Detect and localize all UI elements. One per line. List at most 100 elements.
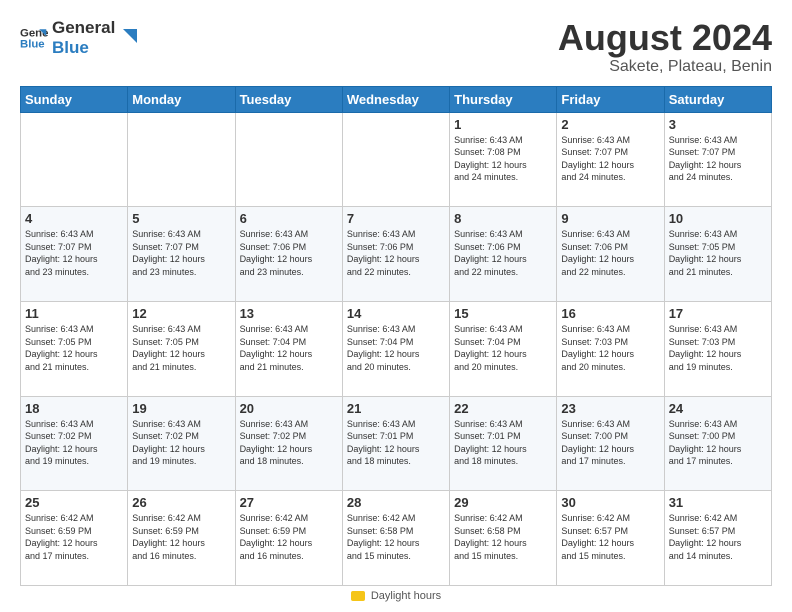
day-number: 25 bbox=[25, 495, 123, 510]
day-info: Sunrise: 6:43 AM Sunset: 7:05 PM Dayligh… bbox=[25, 323, 123, 373]
day-info: Sunrise: 6:43 AM Sunset: 7:08 PM Dayligh… bbox=[454, 134, 552, 184]
day-info: Sunrise: 6:43 AM Sunset: 7:07 PM Dayligh… bbox=[25, 228, 123, 278]
calendar-cell: 8Sunrise: 6:43 AM Sunset: 7:06 PM Daylig… bbox=[450, 207, 557, 302]
calendar-cell: 22 Sunrise: 6:43 AM Sunset: 7:01 PM Dayli… bbox=[450, 396, 557, 491]
title-block: August 2024 Sakete, Plateau, Benin bbox=[558, 18, 772, 76]
calendar-cell: 3 Sunrise: 6:43 AM Sunset: 7:07 PM Daylig… bbox=[664, 112, 771, 207]
day-info: Sunrise: 6:42 AM Sunset: 6:59 PM Dayligh… bbox=[25, 512, 123, 562]
day-info: Sunrise: 6:43 AM Sunset: 7:04 PM Dayligh… bbox=[454, 323, 552, 373]
day-info: Sunrise: 6:43 AM Sunset: 7:06 PM Dayligh… bbox=[561, 228, 659, 278]
calendar-cell: 10 Sunrise: 6:43 AM Sunset: 7:05 PM Dayli… bbox=[664, 207, 771, 302]
calendar-cell: 9 Sunrise: 6:43 AM Sunset: 7:06 PM Daylig… bbox=[557, 207, 664, 302]
weekday-header-sunday: Sunday bbox=[21, 86, 128, 112]
day-info: Sunrise: 6:42 AM Sunset: 6:58 PM Dayligh… bbox=[454, 512, 552, 562]
daylight-bar-icon bbox=[351, 591, 365, 601]
day-number: 6 bbox=[240, 211, 338, 226]
day-number: 15 bbox=[454, 306, 552, 321]
logo-line1: General bbox=[52, 18, 115, 38]
day-info: Sunrise: 6:43 AM Sunset: 7:06 PM Dayligh… bbox=[347, 228, 445, 278]
day-number: 23 bbox=[561, 401, 659, 416]
day-number: 1 bbox=[454, 117, 552, 132]
day-info: Sunrise: 6:42 AM Sunset: 6:59 PM Dayligh… bbox=[240, 512, 338, 562]
day-number: 13 bbox=[240, 306, 338, 321]
day-info: Sunrise: 6:43 AM Sunset: 7:01 PM Dayligh… bbox=[347, 418, 445, 468]
page: General Blue General Blue August 2024 Sa… bbox=[0, 0, 792, 612]
day-info: Sunrise: 6:43 AM Sunset: 7:00 PM Dayligh… bbox=[561, 418, 659, 468]
svg-text:Blue: Blue bbox=[20, 38, 45, 50]
calendar-cell: 2 Sunrise: 6:43 AM Sunset: 7:07 PM Daylig… bbox=[557, 112, 664, 207]
logo-line2: Blue bbox=[52, 38, 115, 58]
calendar-cell: 15 Sunrise: 6:43 AM Sunset: 7:04 PM Dayli… bbox=[450, 301, 557, 396]
calendar-cell: 17Sunrise: 6:43 AM Sunset: 7:03 PM Dayli… bbox=[664, 301, 771, 396]
calendar-week-row: 25 Sunrise: 6:42 AM Sunset: 6:59 PM Dayli… bbox=[21, 491, 772, 586]
day-number: 18 bbox=[25, 401, 123, 416]
logo: General Blue General Blue bbox=[20, 18, 137, 57]
calendar-week-row: 18 Sunrise: 6:43 AM Sunset: 7:02 PM Dayli… bbox=[21, 396, 772, 491]
calendar-week-row: 4 Sunrise: 6:43 AM Sunset: 7:07 PM Daylig… bbox=[21, 207, 772, 302]
day-info: Sunrise: 6:42 AM Sunset: 6:58 PM Dayligh… bbox=[347, 512, 445, 562]
day-number: 7 bbox=[347, 211, 445, 226]
day-info: Sunrise: 6:43 AM Sunset: 7:05 PM Dayligh… bbox=[132, 323, 230, 373]
weekday-header-friday: Friday bbox=[557, 86, 664, 112]
calendar-cell: 7 Sunrise: 6:43 AM Sunset: 7:06 PM Daylig… bbox=[342, 207, 449, 302]
day-number: 3 bbox=[669, 117, 767, 132]
calendar-cell bbox=[128, 112, 235, 207]
calendar-cell: 16 Sunrise: 6:43 AM Sunset: 7:03 PM Dayli… bbox=[557, 301, 664, 396]
calendar-table: SundayMondayTuesdayWednesdayThursdayFrid… bbox=[20, 86, 772, 586]
day-number: 27 bbox=[240, 495, 338, 510]
calendar-week-row: 11 Sunrise: 6:43 AM Sunset: 7:05 PM Dayli… bbox=[21, 301, 772, 396]
calendar-cell: 20 Sunrise: 6:43 AM Sunset: 7:02 PM Dayli… bbox=[235, 396, 342, 491]
day-number: 29 bbox=[454, 495, 552, 510]
day-info: Sunrise: 6:43 AM Sunset: 7:07 PM Dayligh… bbox=[561, 134, 659, 184]
day-number: 2 bbox=[561, 117, 659, 132]
calendar-cell: 23 Sunrise: 6:43 AM Sunset: 7:00 PM Dayli… bbox=[557, 396, 664, 491]
day-number: 11 bbox=[25, 306, 123, 321]
day-info: Sunrise: 6:42 AM Sunset: 6:57 PM Dayligh… bbox=[669, 512, 767, 562]
day-number: 20 bbox=[240, 401, 338, 416]
day-info: Sunrise: 6:43 AM Sunset: 7:03 PM Dayligh… bbox=[561, 323, 659, 373]
calendar-cell bbox=[21, 112, 128, 207]
day-number: 30 bbox=[561, 495, 659, 510]
day-number: 14 bbox=[347, 306, 445, 321]
day-info: Sunrise: 6:43 AM Sunset: 7:01 PM Dayligh… bbox=[454, 418, 552, 468]
calendar-cell: 4 Sunrise: 6:43 AM Sunset: 7:07 PM Daylig… bbox=[21, 207, 128, 302]
calendar-week-row: 1 Sunrise: 6:43 AM Sunset: 7:08 PM Daylig… bbox=[21, 112, 772, 207]
day-info: Sunrise: 6:43 AM Sunset: 7:02 PM Dayligh… bbox=[240, 418, 338, 468]
calendar-cell: 13Sunrise: 6:43 AM Sunset: 7:04 PM Dayli… bbox=[235, 301, 342, 396]
calendar-cell: 24Sunrise: 6:43 AM Sunset: 7:00 PM Dayli… bbox=[664, 396, 771, 491]
day-number: 10 bbox=[669, 211, 767, 226]
day-number: 5 bbox=[132, 211, 230, 226]
calendar-cell: 26 Sunrise: 6:42 AM Sunset: 6:59 PM Dayli… bbox=[128, 491, 235, 586]
calendar-cell: 14 Sunrise: 6:43 AM Sunset: 7:04 PM Dayli… bbox=[342, 301, 449, 396]
calendar-cell: 12 Sunrise: 6:43 AM Sunset: 7:05 PM Dayli… bbox=[128, 301, 235, 396]
day-info: Sunrise: 6:43 AM Sunset: 7:05 PM Dayligh… bbox=[669, 228, 767, 278]
day-info: Sunrise: 6:43 AM Sunset: 7:04 PM Dayligh… bbox=[347, 323, 445, 373]
day-info: Sunrise: 6:42 AM Sunset: 6:57 PM Dayligh… bbox=[561, 512, 659, 562]
day-info: Sunrise: 6:43 AM Sunset: 7:02 PM Dayligh… bbox=[132, 418, 230, 468]
footer: Daylight hours bbox=[20, 586, 772, 602]
day-info: Sunrise: 6:43 AM Sunset: 7:06 PM Dayligh… bbox=[240, 228, 338, 278]
day-info: Sunrise: 6:42 AM Sunset: 6:59 PM Dayligh… bbox=[132, 512, 230, 562]
calendar-cell: 27 Sunrise: 6:42 AM Sunset: 6:59 PM Dayli… bbox=[235, 491, 342, 586]
day-info: Sunrise: 6:43 AM Sunset: 7:02 PM Dayligh… bbox=[25, 418, 123, 468]
weekday-header-saturday: Saturday bbox=[664, 86, 771, 112]
day-number: 22 bbox=[454, 401, 552, 416]
day-info: Sunrise: 6:43 AM Sunset: 7:06 PM Dayligh… bbox=[454, 228, 552, 278]
day-number: 21 bbox=[347, 401, 445, 416]
calendar-cell: 18 Sunrise: 6:43 AM Sunset: 7:02 PM Dayli… bbox=[21, 396, 128, 491]
header: General Blue General Blue August 2024 Sa… bbox=[20, 18, 772, 76]
day-number: 31 bbox=[669, 495, 767, 510]
calendar-cell: 19Sunrise: 6:43 AM Sunset: 7:02 PM Dayli… bbox=[128, 396, 235, 491]
weekday-header-thursday: Thursday bbox=[450, 86, 557, 112]
calendar-cell: 11 Sunrise: 6:43 AM Sunset: 7:05 PM Dayli… bbox=[21, 301, 128, 396]
day-number: 9 bbox=[561, 211, 659, 226]
day-info: Sunrise: 6:43 AM Sunset: 7:07 PM Dayligh… bbox=[669, 134, 767, 184]
day-number: 26 bbox=[132, 495, 230, 510]
calendar-cell bbox=[235, 112, 342, 207]
logo-icon: General Blue bbox=[20, 24, 48, 52]
day-number: 4 bbox=[25, 211, 123, 226]
daylight-label: Daylight hours bbox=[371, 590, 441, 602]
arrow-icon bbox=[119, 29, 137, 47]
day-number: 12 bbox=[132, 306, 230, 321]
day-number: 16 bbox=[561, 306, 659, 321]
